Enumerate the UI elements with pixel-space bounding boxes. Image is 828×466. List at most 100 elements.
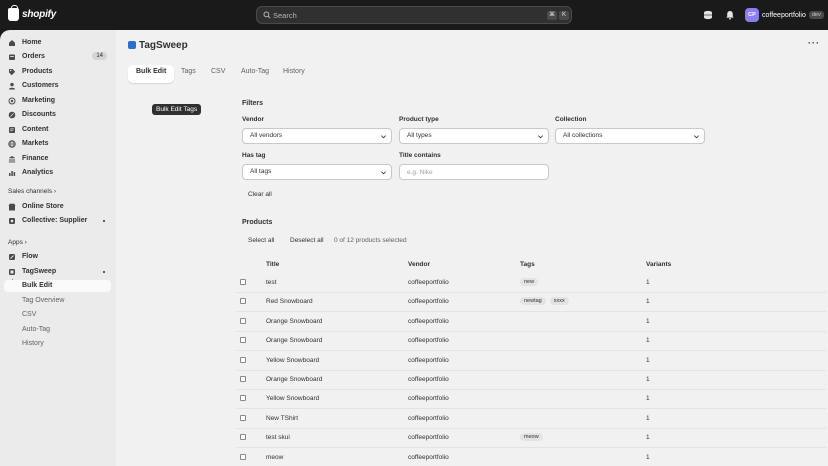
has-tag-select-value: All tags — [250, 168, 272, 175]
row-checkbox[interactable] — [240, 414, 246, 421]
sidebar-item-products[interactable]: Products — [4, 66, 111, 78]
column-header-vendor[interactable]: Vendor — [408, 261, 430, 268]
product-vendor: coffeeportfolio — [408, 298, 449, 306]
row-checkbox[interactable] — [240, 376, 246, 382]
sidebar-subitem-csv[interactable]: CSV — [4, 309, 111, 321]
column-header-title[interactable]: Title — [266, 261, 279, 268]
product-title: Red Snowboard — [266, 298, 313, 306]
product-type-select[interactable]: All types — [399, 128, 549, 144]
sidebar-item-online-store[interactable]: Online Store — [4, 201, 111, 213]
sidebar-item-analytics[interactable]: Analytics — [4, 167, 111, 179]
product-vendor: coffeeportfolio — [408, 356, 449, 364]
table-row[interactable]: Orange Snowboard coffeeportfolio 1 — [236, 332, 826, 352]
product-vendor: coffeeportfolio — [408, 337, 449, 345]
sidebar-subitem-label: CSV — [22, 311, 37, 318]
table-row[interactable]: Yellow Snowboard coffeeportfolio 1 — [236, 352, 826, 371]
table-row[interactable]: New TShirt coffeeportfolio 1 — [236, 410, 826, 429]
has-tag-select[interactable]: All tags — [242, 164, 392, 180]
row-checkbox[interactable] — [240, 453, 246, 460]
sidebar-item-label: Finance — [22, 155, 49, 162]
sidebar-item-marketing[interactable]: Marketing — [4, 95, 111, 107]
products-heading: Products — [242, 219, 273, 226]
table-row[interactable]: meow coffeeportfolio 1 — [236, 449, 826, 466]
sidebar-subitem-tag-overview[interactable]: Tag Overview — [4, 295, 111, 307]
title-contains-input[interactable] — [399, 164, 549, 180]
product-type-select-value: All types — [407, 132, 432, 139]
search-bar[interactable]: Search ⌘ K — [256, 6, 572, 24]
shopify-logo[interactable]: shopify — [8, 5, 56, 21]
sidebar-item-home[interactable]: Home — [4, 37, 111, 49]
sales-channels-heading[interactable]: Sales channels › — [8, 188, 56, 195]
orders-count-badge: 14 — [92, 52, 107, 60]
product-title: Yellow Snowboard — [266, 395, 320, 403]
tab-bulk-edit[interactable]: Bulk Edit — [128, 65, 175, 83]
table-row[interactable]: Red Snowboard coffeeportfolio newtag xxxx 1 — [236, 293, 826, 313]
sidebar-item-label: Orders — [22, 53, 45, 60]
tab-csv[interactable]: CSV — [203, 65, 233, 83]
sidebar-subitem-label: Auto-Tag — [22, 326, 51, 333]
store-icon — [8, 203, 16, 211]
product-variants: 1 — [646, 414, 650, 422]
sidebar-item-finance[interactable]: Finance — [4, 153, 111, 165]
apps-heading[interactable]: Apps › — [8, 239, 27, 246]
column-header-tags[interactable]: Tags — [520, 261, 535, 268]
row-checkbox[interactable] — [240, 317, 246, 324]
globe-icon — [8, 140, 16, 148]
deselect-all-button[interactable]: Deselect all — [284, 235, 330, 246]
selection-status: 0 of 12 products selected — [334, 237, 407, 244]
row-checkbox[interactable] — [240, 298, 246, 305]
top-bar: shopify Search ⌘ K CP coffeeportfolio de… — [0, 0, 828, 30]
sidebar-item-orders[interactable]: Orders 14 — [4, 51, 111, 63]
tag-icon — [9, 69, 16, 76]
sidebar-item-customers[interactable]: Customers — [4, 80, 111, 92]
vendor-label: Vendor — [242, 116, 265, 123]
row-checkbox[interactable] — [240, 434, 246, 441]
chart-icon — [9, 171, 16, 176]
sidebar-item-flow[interactable]: Flow — [4, 251, 111, 263]
sidebar-item-markets[interactable]: Markets — [4, 138, 111, 150]
sidebar-subitem-history[interactable]: History — [4, 338, 111, 350]
bell-icon[interactable] — [725, 10, 735, 20]
sidebar-item-discounts[interactable]: Discounts — [4, 109, 111, 121]
row-checkbox[interactable] — [240, 395, 246, 402]
row-checkbox[interactable] — [240, 356, 246, 363]
main-content: TagSweep ··· Bulk Edit Tags CSV Auto-Tag… — [116, 30, 828, 466]
row-checkbox[interactable] — [240, 279, 246, 285]
page-title: TagSweep — [139, 40, 188, 51]
sidebar-item-label: Flow — [22, 253, 38, 260]
table-row[interactable]: test skui coffeeportfolio meow 1 — [236, 429, 826, 449]
table-row[interactable]: Yellow Snowboard coffeeportfolio 1 — [236, 390, 826, 410]
select-all-button[interactable]: Select all — [242, 235, 280, 246]
orders-icon — [9, 54, 15, 60]
tab-history[interactable]: History — [275, 65, 313, 83]
sidebar-subitem-auto-tag[interactable]: Auto-Tag — [4, 324, 111, 336]
product-variants: 1 — [646, 453, 650, 461]
vendor-select[interactable]: All vendors — [242, 128, 392, 144]
clear-all-button[interactable]: Clear all — [242, 189, 278, 200]
sidebar-item-tagsweep[interactable]: TagSweep — [4, 266, 111, 278]
table-row[interactable]: Orange Snowboard coffeeportfolio 1 — [236, 313, 826, 332]
product-vendor: coffeeportfolio — [408, 376, 449, 383]
chevron-down-icon — [381, 171, 386, 175]
collection-select[interactable]: All collections — [555, 128, 705, 144]
column-header-variants[interactable]: Variants — [646, 261, 671, 268]
table-row[interactable]: test coffeeportfolio new 1 — [236, 274, 826, 293]
product-variants: 1 — [646, 337, 650, 345]
shopify-bag-icon — [8, 5, 19, 21]
title-contains-label: Title contains — [399, 152, 441, 159]
store-menu-button[interactable]: CP coffeeportfolio dev — [745, 6, 824, 24]
database-icon[interactable] — [703, 10, 713, 20]
tab-tags[interactable]: Tags — [173, 65, 204, 83]
sidebar-item-collective-supplier[interactable]: Collective: Supplier — [4, 215, 111, 227]
content-icon — [9, 127, 15, 133]
person-icon — [9, 82, 15, 90]
sidebar-item-content[interactable]: Content — [4, 124, 111, 136]
table-row[interactable]: Orange Snowboard coffeeportfolio 1 — [236, 371, 826, 390]
product-title: Orange Snowboard — [266, 337, 323, 345]
more-actions-icon[interactable]: ··· — [808, 38, 820, 48]
tab-auto-tag[interactable]: Auto-Tag — [233, 65, 277, 83]
product-type-label: Product type — [399, 116, 439, 123]
collection-label: Collection — [555, 116, 587, 123]
sidebar-subitem-bulk-edit[interactable]: Bulk Edit — [4, 280, 111, 292]
row-checkbox[interactable] — [240, 337, 246, 344]
